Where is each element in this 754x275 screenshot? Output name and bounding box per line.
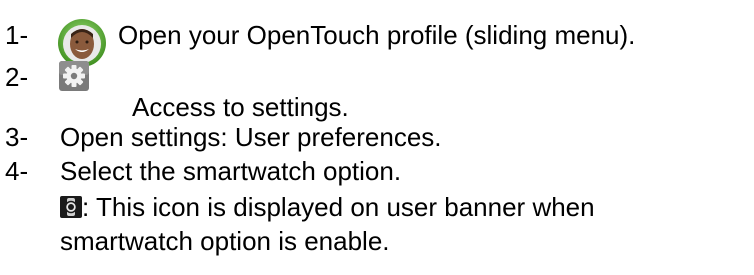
step-2: 2- Access to settings. [5,61,349,122]
step-3: 3- Open settings: User preferences. [5,122,442,152]
smartwatch-note-line-2: smartwatch option is enable. [60,226,390,256]
step-text: Access to settings. [132,92,349,122]
step-text: Open settings: User preferences. [60,122,442,152]
step-text: Open your OpenTouch profile (sliding men… [118,20,636,50]
step-number: 1- [5,20,29,50]
instruction-page: 1- Open your OpenTouch profile (sliding … [0,0,754,275]
step-number: 3- [5,122,29,152]
step-number: 2- [5,62,29,92]
note-text-line-2: smartwatch option is enable. [60,226,390,256]
step-1: 1- Open your OpenTouch profile (sliding … [5,19,635,67]
settings-gear-icon [59,61,89,91]
step-text: Select the smartwatch option. [60,156,402,186]
smartwatch-icon [60,196,82,218]
step-number: 4- [5,156,29,186]
note-text-line-1: : This icon is displayed on user banner … [82,192,595,222]
step-4: 4- Select the smartwatch option. [5,156,401,186]
smartwatch-note-line-1: : This icon is displayed on user banner … [60,192,595,222]
